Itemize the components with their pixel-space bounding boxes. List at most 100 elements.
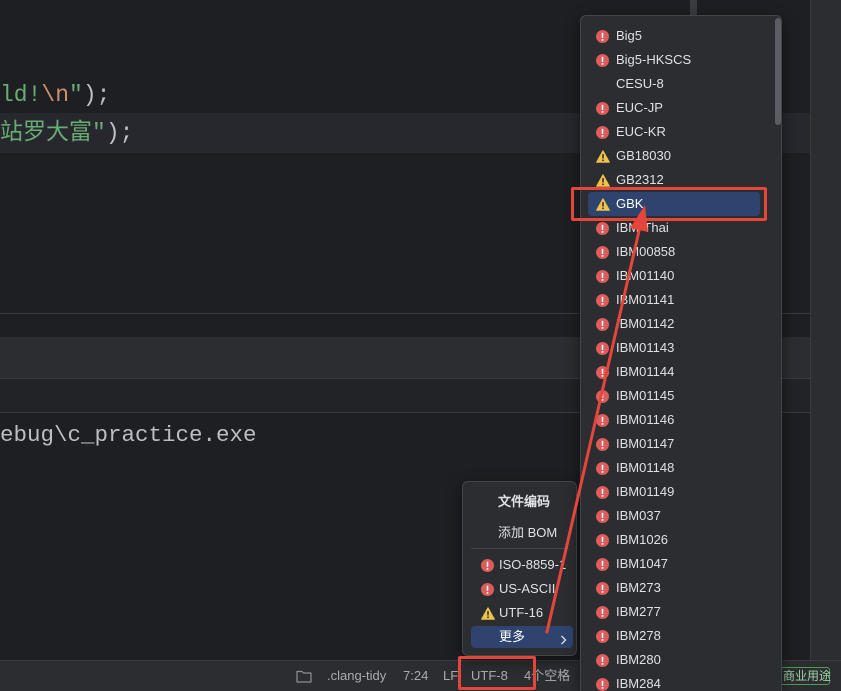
encoding-option-label: US-ASCII xyxy=(499,581,556,596)
encoding-option-ibm01146[interactable]: IBM01146 xyxy=(588,408,760,432)
error-icon xyxy=(596,461,610,475)
error-icon xyxy=(596,485,610,499)
encoding-option-label: UTF-16 xyxy=(499,605,544,620)
encoding-option-label: IBM01140 xyxy=(616,268,675,283)
status-indent[interactable]: 4个空格 xyxy=(524,661,570,691)
error-icon xyxy=(596,653,610,667)
error-icon xyxy=(481,582,495,596)
license-label: 商业用途 xyxy=(783,669,832,683)
encoding-option-ibm1047[interactable]: IBM1047 xyxy=(588,552,760,576)
encoding-option-us-ascii[interactable]: US-ASCII xyxy=(463,577,576,601)
error-icon xyxy=(596,101,610,115)
encoding-option-ibm01142[interactable]: IBM01142 xyxy=(588,312,760,336)
encoding-option-label: GBK xyxy=(616,196,644,211)
encoding-option-ibm-thai[interactable]: IBM-Thai xyxy=(588,216,760,240)
encoding-option-label: IBM01146 xyxy=(616,412,675,427)
menu-separator xyxy=(471,548,568,549)
encoding-option-cesu-8[interactable]: CESU-8 xyxy=(588,72,760,96)
encoding-option-label: IBM1026 xyxy=(616,532,669,547)
encoding-option-gbk[interactable]: GBK xyxy=(588,192,760,216)
encoding-option-label: IBM273 xyxy=(616,580,661,595)
encoding-option-gb18030[interactable]: GB18030 xyxy=(588,144,760,168)
encoding-option-label: IBM-Thai xyxy=(616,220,669,235)
semicolon: ; xyxy=(119,120,134,146)
encoding-option-ibm01149[interactable]: IBM01149 xyxy=(588,480,760,504)
encoding-option-ibm280[interactable]: IBM280 xyxy=(588,648,760,672)
encoding-option-euc-jp[interactable]: EUC-JP xyxy=(588,96,760,120)
error-icon xyxy=(596,125,610,139)
error-icon xyxy=(596,341,610,355)
error-icon xyxy=(596,437,610,451)
encoding-option-label: Big5-HKSCS xyxy=(616,52,692,67)
error-icon xyxy=(596,509,610,523)
encoding-option-ibm277[interactable]: IBM277 xyxy=(588,600,760,624)
encoding-option-ibm037[interactable]: IBM037 xyxy=(588,504,760,528)
encoding-option-label: IBM00858 xyxy=(616,244,676,259)
string-literal: ld! xyxy=(0,82,42,108)
encoding-option-ibm01143[interactable]: IBM01143 xyxy=(588,336,760,360)
error-icon xyxy=(481,558,495,572)
encoding-option-ibm01147[interactable]: IBM01147 xyxy=(588,432,760,456)
error-icon xyxy=(596,389,610,403)
encoding-option-ibm01140[interactable]: IBM01140 xyxy=(588,264,760,288)
chevron-right-icon xyxy=(560,632,567,645)
error-icon xyxy=(596,677,610,691)
status-caret-position[interactable]: 7:24 xyxy=(403,661,428,691)
error-icon xyxy=(596,629,610,643)
encoding-option-label: IBM01147 xyxy=(616,436,675,451)
error-icon xyxy=(596,293,610,307)
paren: ) xyxy=(82,82,97,108)
encoding-option-label: IBM280 xyxy=(616,652,661,667)
code-line[interactable]: 站罗大富"); xyxy=(0,113,133,153)
encoding-option-label: EUC-KR xyxy=(616,124,666,139)
encoding-option-label: IBM278 xyxy=(616,628,661,643)
error-icon xyxy=(596,605,610,619)
code-line[interactable]: ld!\n"); xyxy=(0,75,110,115)
encoding-option-label: IBM01148 xyxy=(616,460,675,475)
encoding-option-euc-kr[interactable]: EUC-KR xyxy=(588,120,760,144)
encoding-option-ibm284[interactable]: IBM284 xyxy=(588,672,760,691)
error-icon xyxy=(596,53,610,67)
more-encodings-submenu: Big5 Big5-HKSCS CESU-8 EUC-JP EUC-KR GB18030 G… xyxy=(580,15,782,691)
warning-icon xyxy=(596,197,610,211)
submenu-scrollbar-thumb[interactable] xyxy=(775,18,781,125)
encodings-list: Big5 Big5-HKSCS CESU-8 EUC-JP EUC-KR GB18030 G… xyxy=(581,24,771,691)
encoding-option-gb2312[interactable]: GB2312 xyxy=(588,168,760,192)
more-label: 更多 xyxy=(499,629,526,644)
encoding-option-ibm273[interactable]: IBM273 xyxy=(588,576,760,600)
encoding-option-big5-hkscs[interactable]: Big5-HKSCS xyxy=(588,48,760,72)
right-tool-strip xyxy=(810,0,841,660)
string-literal: 站罗大富" xyxy=(0,120,106,146)
editor-scrollbar[interactable] xyxy=(690,0,697,16)
encoding-option-label: IBM284 xyxy=(616,676,661,691)
add-bom-menu-item[interactable]: 添加 BOM xyxy=(498,521,557,545)
encoding-option-label: EUC-JP xyxy=(616,100,663,115)
error-icon xyxy=(596,533,610,547)
encoding-option-ibm01148[interactable]: IBM01148 xyxy=(588,456,760,480)
encoding-option-iso-8859-1[interactable]: ISO-8859-1 xyxy=(463,553,576,577)
folder-icon xyxy=(296,669,312,683)
encoding-option-utf-16[interactable]: UTF-16 xyxy=(463,601,576,625)
error-icon xyxy=(596,365,610,379)
menu-title: 文件编码 xyxy=(498,494,551,509)
encoding-option-ibm01141[interactable]: IBM01141 xyxy=(588,288,760,312)
encoding-option-ibm278[interactable]: IBM278 xyxy=(588,624,760,648)
encoding-option-big5[interactable]: Big5 xyxy=(588,24,760,48)
file-encoding-menu: 文件编码 添加 BOM ISO-8859-1 US-ASCII UTF-16 更多 xyxy=(462,481,577,656)
encoding-option-label: IBM01141 xyxy=(616,292,675,307)
encoding-option-ibm01145[interactable]: IBM01145 xyxy=(588,384,760,408)
semicolon: ; xyxy=(96,82,111,108)
warning-icon xyxy=(596,173,610,187)
encoding-option-label: IBM01149 xyxy=(616,484,675,499)
status-encoding[interactable]: UTF-8 xyxy=(471,661,508,691)
error-icon xyxy=(596,29,610,43)
encoding-option-ibm01144[interactable]: IBM01144 xyxy=(588,360,760,384)
encoding-option-ibm1026[interactable]: IBM1026 xyxy=(588,528,760,552)
paren: ) xyxy=(105,120,120,146)
encoding-option-label: IBM037 xyxy=(616,508,661,523)
status-line-separator[interactable]: LF xyxy=(443,661,458,691)
encoding-option-ibm00858[interactable]: IBM00858 xyxy=(588,240,760,264)
encoding-option-label: IBM01144 xyxy=(616,364,675,379)
status-file[interactable]: .clang-tidy xyxy=(327,661,386,691)
more-encodings-menu-item[interactable]: 更多 xyxy=(471,626,573,648)
